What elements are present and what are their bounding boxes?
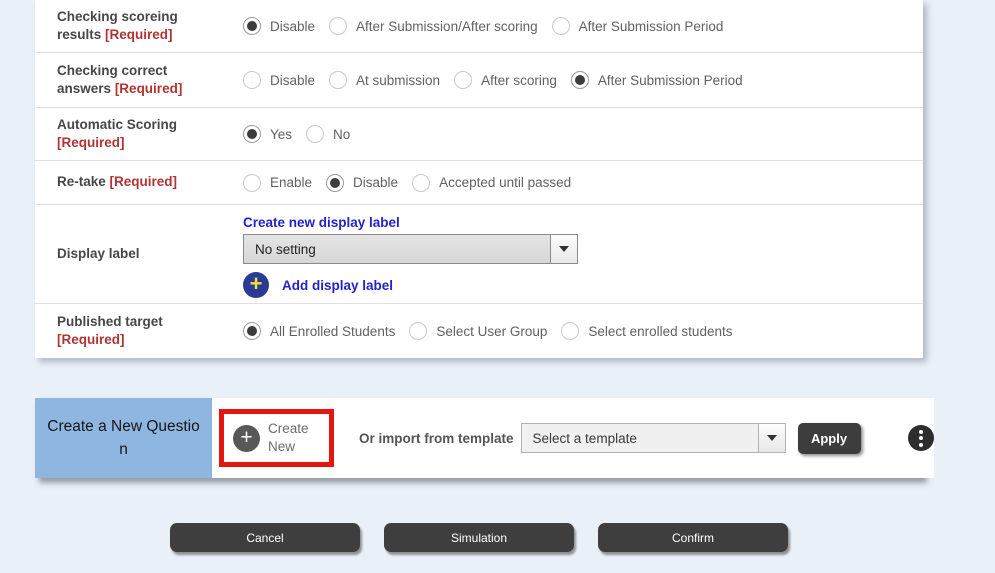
radio-icon [561, 322, 579, 340]
required-badge: [Required] [115, 81, 183, 96]
radio-icon [412, 174, 430, 192]
add-display-label-text: Add display label [282, 278, 393, 293]
quiz-settings-panel: Checking scoreing results [Required] Dis… [35, 0, 923, 358]
radio-retake-enable[interactable]: Enable [243, 174, 312, 192]
radio-scoring-results-after-submission-after-scoring[interactable]: After Submission/After scoring [329, 17, 538, 35]
radio-scoring-results-disable[interactable]: Disable [243, 17, 315, 35]
template-select-value: Select a template [522, 424, 758, 452]
radio-automatic-scoring-no[interactable]: No [306, 125, 350, 143]
row-published-target: Published target [Required] All Enrolled… [35, 303, 923, 358]
radio-icon [326, 174, 344, 192]
radio-icon [243, 174, 261, 192]
required-badge: [Required] [105, 27, 173, 42]
radio-icon [243, 322, 261, 340]
row-label: Display label [35, 205, 243, 303]
row-label: Checking correct answers [Required] [35, 53, 243, 107]
radio-retake-accepted-until-passed[interactable]: Accepted until passed [412, 174, 571, 192]
required-badge: [Required] [57, 135, 125, 150]
chevron-down-icon [767, 435, 777, 441]
field-label: Display label [57, 245, 140, 263]
create-new-button-label: Create New [268, 420, 320, 455]
required-badge: [Required] [110, 174, 178, 189]
row-display-label: Display label Create new display label N… [35, 204, 923, 303]
add-display-label-button[interactable]: + Add display label [243, 272, 923, 298]
radio-icon [243, 125, 261, 143]
create-question-section: Create a New Question + Create New Or im… [35, 398, 923, 478]
radio-icon [243, 71, 261, 89]
annotation-highlight-box: + Create New [219, 409, 334, 466]
display-label-select[interactable]: No setting [243, 234, 578, 264]
kebab-menu-icon[interactable] [908, 425, 934, 451]
chevron-down-icon [559, 246, 569, 252]
row-label: Re-take [Required] [35, 161, 243, 204]
display-label-select-value: No setting [244, 235, 550, 263]
create-new-display-label-link[interactable]: Create new display label [243, 215, 400, 230]
field-label: Re-take [57, 174, 106, 189]
confirm-button[interactable]: Confirm [598, 523, 788, 552]
radio-icon [454, 71, 472, 89]
radio-icon [409, 322, 427, 340]
row-label: Checking scoreing results [Required] [35, 0, 243, 52]
radio-published-all-enrolled-students[interactable]: All Enrolled Students [243, 322, 395, 340]
dropdown-arrow-button[interactable] [550, 235, 577, 263]
plus-circle-icon: + [233, 425, 260, 452]
dropdown-arrow-button[interactable] [758, 424, 785, 452]
field-label: Automatic Scoring [57, 117, 177, 132]
radio-correct-answers-at-submission[interactable]: At submission [329, 71, 440, 89]
required-badge: [Required] [57, 332, 125, 347]
radio-scoring-results-after-submission-period[interactable]: After Submission Period [552, 17, 724, 35]
row-label: Automatic Scoring [Required] [35, 108, 243, 160]
simulation-button[interactable]: Simulation [384, 523, 574, 552]
field-label: Published target [57, 314, 163, 329]
radio-icon [306, 125, 324, 143]
plus-icon: + [243, 272, 269, 298]
radio-icon [243, 17, 261, 35]
radio-icon [329, 71, 347, 89]
row-automatic-scoring: Automatic Scoring [Required] Yes No [35, 107, 923, 160]
radio-retake-disable[interactable]: Disable [326, 174, 398, 192]
radio-correct-answers-after-submission-period[interactable]: After Submission Period [571, 71, 743, 89]
row-label: Published target [Required] [35, 304, 243, 358]
or-import-from-template-label: Or import from template [359, 431, 514, 446]
create-new-button[interactable]: + Create New [233, 420, 320, 455]
radio-correct-answers-disable[interactable]: Disable [243, 71, 315, 89]
radio-correct-answers-after-scoring[interactable]: After scoring [454, 71, 557, 89]
row-checking-correct-answers: Checking correct answers [Required] Disa… [35, 52, 923, 107]
radio-published-select-user-group[interactable]: Select User Group [409, 322, 547, 340]
row-checking-scoring-results: Checking scoreing results [Required] Dis… [35, 0, 923, 52]
radio-icon [571, 71, 589, 89]
radio-icon [552, 17, 570, 35]
radio-published-select-enrolled-students[interactable]: Select enrolled students [561, 322, 732, 340]
apply-button[interactable]: Apply [798, 423, 861, 454]
radio-icon [329, 17, 347, 35]
radio-automatic-scoring-yes[interactable]: Yes [243, 125, 292, 143]
template-select[interactable]: Select a template [521, 423, 786, 453]
create-question-section-title: Create a New Question [35, 398, 212, 478]
cancel-button[interactable]: Cancel [170, 523, 360, 552]
row-retake: Re-take [Required] Enable Disable Accept… [35, 160, 923, 204]
